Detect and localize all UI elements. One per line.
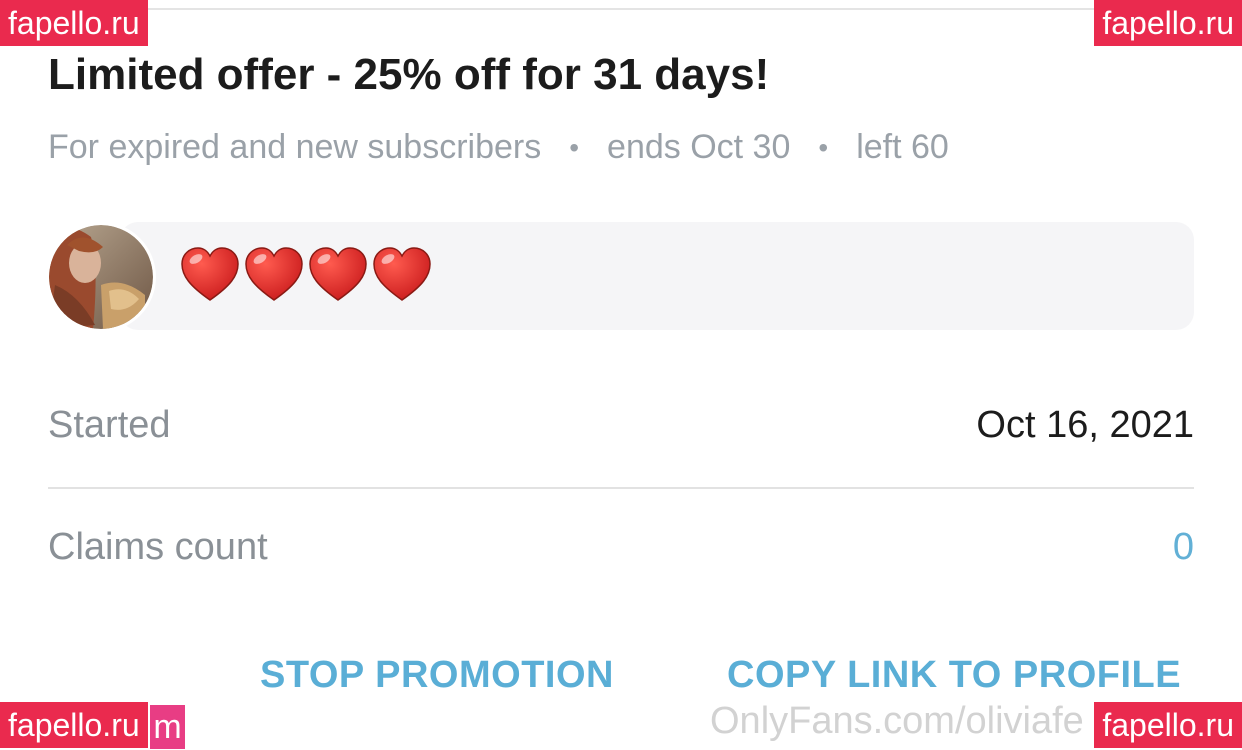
offer-end-date: ends Oct 30 xyxy=(607,128,791,166)
offer-remaining: left 60 xyxy=(856,128,949,166)
copy-link-button[interactable]: COPY LINK TO PROFILE xyxy=(727,654,1181,697)
heart-icon xyxy=(373,247,431,301)
separator-dot: • xyxy=(818,131,829,163)
claims-count-link[interactable]: 0 xyxy=(1173,526,1194,569)
claims-label: Claims count xyxy=(48,525,268,568)
watermark-badge-top-right: fapello.ru xyxy=(1094,0,1242,46)
watermark-badge-top-left: fapello.ru xyxy=(0,0,148,46)
offer-meta: For expired and new subscribers • ends O… xyxy=(48,128,949,167)
heart-icon xyxy=(309,247,367,301)
site-watermark: OnlyFans.com/oliviafe xyxy=(710,700,1084,742)
watermark-fragment: m xyxy=(150,705,185,749)
row-divider xyxy=(48,487,1194,489)
avatar[interactable] xyxy=(46,222,156,332)
heart-icon xyxy=(245,247,303,301)
started-label: Started xyxy=(48,403,171,446)
avatar-photo xyxy=(49,225,153,329)
watermark-badge-bottom-left: fapello.ru xyxy=(0,702,148,748)
started-row: Started Oct 16, 2021 xyxy=(48,400,1194,450)
offer-audience: For expired and new subscribers xyxy=(48,128,542,166)
separator-dot: • xyxy=(569,131,580,163)
heart-icon xyxy=(181,247,239,301)
hearts-row xyxy=(180,246,432,304)
watermark-badge-bottom-right: fapello.ru xyxy=(1094,702,1242,748)
offer-title: Limited offer - 25% off for 31 days! xyxy=(48,50,770,99)
started-value: Oct 16, 2021 xyxy=(976,403,1194,446)
claims-row: Claims count 0 xyxy=(48,522,1194,572)
stop-promotion-button[interactable]: STOP PROMOTION xyxy=(260,654,614,697)
top-divider xyxy=(48,8,1194,10)
